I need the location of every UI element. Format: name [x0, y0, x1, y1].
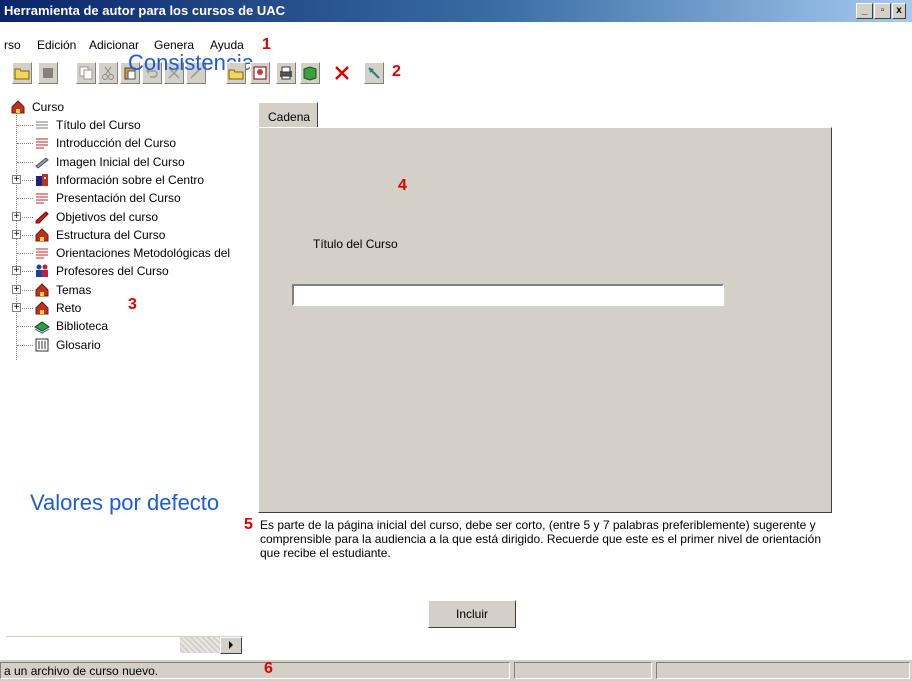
tool-button[interactable] — [364, 62, 384, 84]
image-icon — [35, 156, 49, 169]
cut-icon — [102, 66, 114, 80]
minimize-button[interactable]: _ — [856, 3, 873, 19]
annotation-valores: Valores por defecto — [30, 490, 220, 515]
people-icon — [36, 264, 48, 278]
book-button[interactable] — [300, 62, 320, 84]
tree-item-label: Presentación del Curso — [56, 191, 181, 206]
tree-item-label: Profesores del Curso — [56, 264, 169, 279]
tree-item-label: Reto — [56, 301, 82, 315]
tree-item-5[interactable]: Presentación del Curso — [0, 189, 240, 207]
house-icon — [35, 282, 49, 297]
tree-item-label: Objetivos del curso — [56, 209, 159, 224]
tree-item-label: Biblioteca — [56, 319, 109, 334]
house-icon — [35, 301, 49, 315]
tree-item-3[interactable]: Imagen Inicial del Curso — [0, 153, 240, 171]
annotation-4: 4 — [398, 177, 407, 194]
tree-item-2[interactable]: Introducción del Curso — [0, 134, 240, 152]
status-text: a un archivo de curso nuevo. — [4, 664, 159, 678]
tool-icon — [368, 67, 380, 79]
delete-icon — [335, 66, 349, 80]
tree-item-10[interactable]: + Temas — [0, 281, 240, 299]
cut-button[interactable] — [98, 62, 118, 84]
menu-curso[interactable]: rso — [4, 38, 21, 52]
tree-item-label: Título del Curso — [56, 118, 141, 132]
tree-item-label: Introducción del Curso — [56, 136, 177, 151]
tree-item-label: Temas — [56, 282, 92, 297]
annotation-1: 1 — [262, 36, 271, 53]
scroll-right-button[interactable] — [220, 637, 242, 654]
tab-cadena[interactable]: Cadena — [258, 102, 318, 128]
expand-icon[interactable]: + — [12, 284, 21, 294]
print-icon — [280, 66, 292, 80]
copy-button[interactable] — [76, 62, 96, 84]
text-icon — [36, 248, 48, 259]
open-folder-button[interactable] — [12, 62, 32, 84]
arrow-right-icon — [229, 641, 233, 649]
tree-item-13[interactable]: Glosario — [0, 336, 240, 354]
tree-item-label: Información sobre el Centro — [56, 172, 205, 187]
expand-icon[interactable]: + — [12, 266, 21, 276]
house-icon — [35, 228, 49, 242]
house-icon — [11, 100, 25, 114]
books-icon — [34, 321, 50, 334]
tree-root-label: Curso — [32, 100, 65, 114]
text-icon — [36, 193, 48, 204]
new-folder-icon — [228, 69, 244, 80]
restore-button[interactable]: ▫ — [874, 3, 891, 19]
course-title-input[interactable] — [292, 284, 724, 306]
tree-item-9[interactable]: + Profesores del Curso — [0, 262, 240, 280]
expand-icon[interactable]: + — [12, 229, 21, 239]
expand-icon[interactable]: + — [12, 211, 21, 221]
tree-item-1[interactable]: Título del Curso — [0, 116, 240, 134]
pencil-icon — [35, 210, 49, 223]
delete-button[interactable] — [332, 62, 352, 84]
close-button[interactable]: x — [892, 3, 906, 19]
copy-icon — [79, 66, 93, 80]
annotation-6: 6 — [264, 660, 273, 677]
window-title: Herramienta de autor para los cursos de … — [4, 3, 286, 18]
form-panel — [258, 127, 832, 513]
open-folder-icon — [14, 68, 30, 80]
tree-item-11[interactable]: + Reto — [0, 299, 240, 317]
tree-item-4[interactable]: + Información sobre el Centro — [0, 171, 240, 189]
status-panel-3 — [656, 662, 910, 679]
annotation-5: 5 — [244, 516, 253, 533]
status-panel-2 — [514, 662, 652, 679]
building-icon — [36, 173, 48, 186]
annotation-3: 3 — [128, 296, 137, 313]
annotation-2: 2 — [392, 63, 401, 80]
help-text: Es parte de la página inicial del curso,… — [260, 518, 821, 560]
expand-icon[interactable]: + — [12, 174, 21, 184]
menu-edicion[interactable]: Edición — [37, 38, 76, 52]
stop-button[interactable] — [38, 62, 58, 84]
incluir-button[interactable]: Incluir — [428, 600, 516, 628]
text-icon — [36, 138, 48, 149]
stop-icon — [43, 68, 53, 78]
tree-item-12[interactable]: Biblioteca — [0, 317, 240, 335]
scrollbar-track[interactable] — [180, 637, 220, 653]
print-button[interactable] — [276, 62, 296, 84]
tree-item-7[interactable]: + Estructura del Curso — [0, 226, 240, 244]
tree-item-6[interactable]: + Objetivos del curso — [0, 208, 240, 226]
image-icon — [253, 66, 267, 80]
book-icon — [303, 66, 317, 81]
new-folder-button[interactable] — [226, 62, 246, 84]
expand-icon[interactable]: + — [12, 303, 21, 313]
lines-icon — [36, 121, 48, 129]
tree-item-label: Estructura del Curso — [56, 227, 166, 242]
tree-item-8[interactable]: Orientaciones Metodológicas del — [0, 244, 240, 262]
tree-item-label: Orientaciones Metodológicas del — [56, 246, 231, 261]
tree-item-label: Glosario — [56, 337, 101, 352]
image-button[interactable] — [250, 62, 270, 84]
course-tree: Curso Título del Curso Introducción del C… — [0, 96, 242, 636]
tree-root[interactable]: Curso — [0, 98, 240, 116]
glossary-icon — [35, 338, 49, 352]
field-label: Título del Curso — [313, 237, 398, 251]
tab-label: Cadena — [268, 110, 311, 124]
tree-item-label: Imagen Inicial del Curso — [56, 154, 185, 169]
